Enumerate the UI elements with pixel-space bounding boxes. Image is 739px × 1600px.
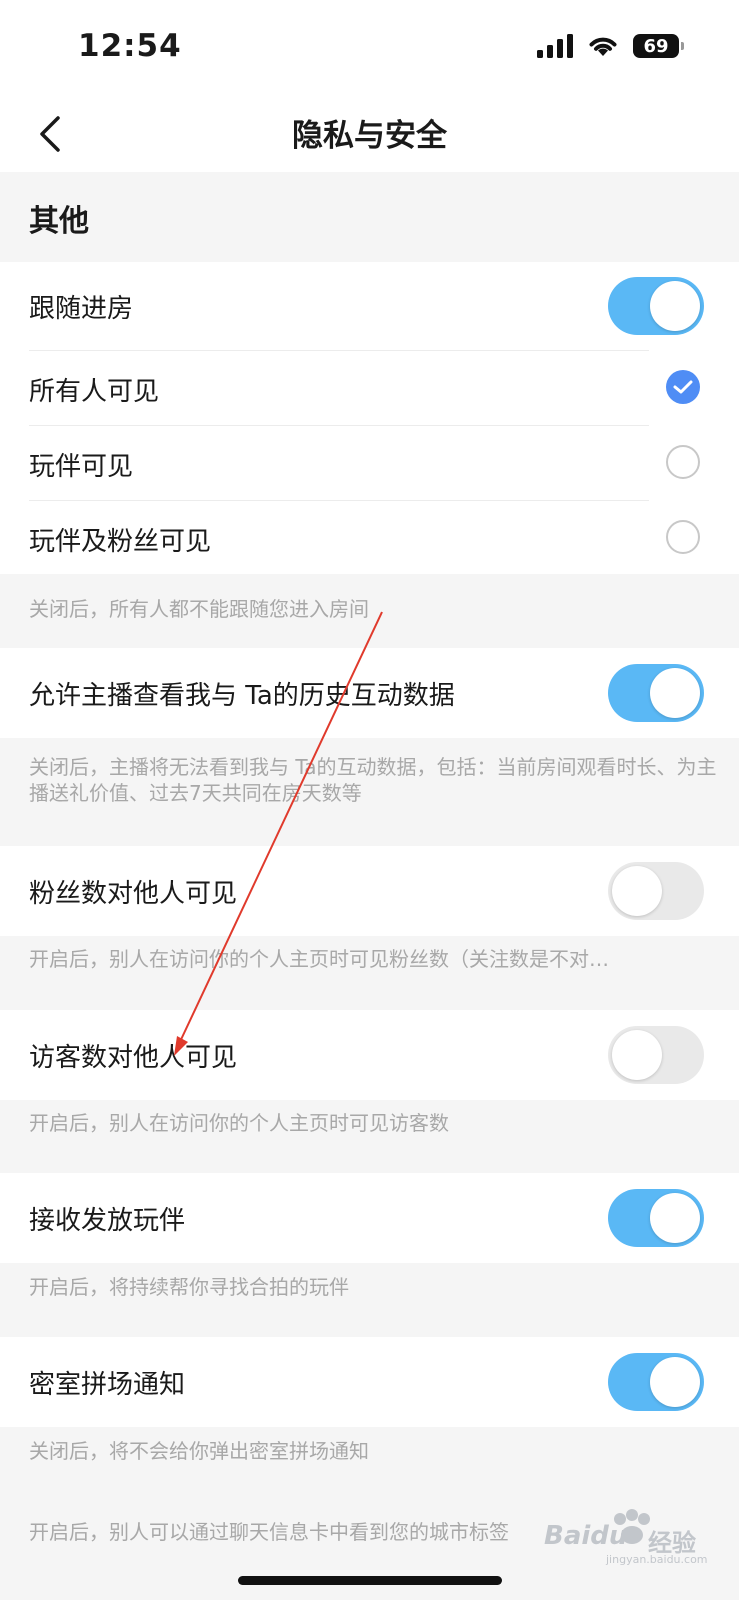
option-partners-fans-radio[interactable] bbox=[666, 520, 700, 554]
wifi-icon bbox=[589, 37, 617, 56]
option-everyone-row[interactable]: 所有人可见 bbox=[0, 350, 739, 425]
option-everyone-radio[interactable] bbox=[666, 370, 700, 404]
escape-room-card: 密室拼场通知 bbox=[0, 1337, 739, 1427]
follow-room-toggle[interactable] bbox=[608, 277, 704, 335]
visitors-visible-toggle[interactable] bbox=[608, 1026, 704, 1084]
escape-room-toggle[interactable] bbox=[608, 1353, 704, 1411]
toggle-knob bbox=[650, 1193, 700, 1243]
option-everyone-label: 所有人可见 bbox=[29, 377, 160, 407]
visitors-visible-label: 访客数对他人可见 bbox=[29, 1043, 238, 1073]
option-partners-radio[interactable] bbox=[666, 445, 700, 479]
fans-visible-hint: 开启后，别人在访问你的个人主页时可见粉丝数（关注数是不对… bbox=[29, 947, 609, 971]
receive-partner-card: 接收发放玩伴 bbox=[0, 1173, 739, 1263]
history-data-toggle[interactable] bbox=[608, 664, 704, 722]
battery-icon: 69 bbox=[633, 34, 684, 58]
watermark-brand: Baidu bbox=[544, 1521, 628, 1551]
toggle-knob bbox=[650, 1357, 700, 1407]
receive-partner-toggle[interactable] bbox=[608, 1189, 704, 1247]
checkmark-icon bbox=[673, 380, 693, 394]
section-title: 其他 bbox=[29, 204, 89, 239]
toggle-knob bbox=[612, 1030, 662, 1080]
battery-level: 69 bbox=[643, 35, 669, 57]
home-indicator bbox=[238, 1576, 502, 1585]
follow-room-card: 跟随进房 所有人可见 玩伴可见 玩伴及粉丝可见 bbox=[0, 262, 739, 574]
receive-partner-label: 接收发放玩伴 bbox=[29, 1206, 186, 1236]
option-partners-label: 玩伴可见 bbox=[29, 452, 134, 482]
visitors-visible-card: 访客数对他人可见 bbox=[0, 1010, 739, 1100]
receive-partner-hint: 开启后，将持续帮你寻找合拍的玩伴 bbox=[29, 1275, 349, 1299]
baidu-watermark: Baidu 经验 jingyan.baidu.com bbox=[544, 1505, 709, 1569]
signal-icon bbox=[537, 34, 573, 58]
follow-room-label: 跟随进房 bbox=[29, 294, 134, 324]
follow-room-row: 跟随进房 bbox=[0, 262, 739, 350]
option-partners-fans-label: 玩伴及粉丝可见 bbox=[29, 527, 212, 557]
history-data-card: 允许主播查看我与 Ta的历史互动数据 bbox=[0, 648, 739, 738]
toggle-knob bbox=[650, 281, 700, 331]
toggle-knob bbox=[612, 866, 662, 916]
status-time: 12:54 bbox=[78, 28, 182, 64]
status-icons: 69 bbox=[537, 34, 684, 58]
fans-visible-card: 粉丝数对他人可见 bbox=[0, 846, 739, 936]
fans-visible-toggle[interactable] bbox=[608, 862, 704, 920]
fans-visible-label: 粉丝数对他人可见 bbox=[29, 879, 238, 909]
escape-room-hint: 关闭后，将不会给你弹出密室拼场通知 bbox=[29, 1439, 369, 1463]
visitors-visible-hint: 开启后，别人在访问你的个人主页时可见访客数 bbox=[29, 1111, 449, 1135]
follow-room-hint: 关闭后，所有人都不能跟随您进入房间 bbox=[29, 597, 369, 621]
status-bar: 12:54 69 bbox=[0, 0, 739, 96]
option-partners-row[interactable]: 玩伴可见 bbox=[0, 425, 739, 500]
toggle-knob bbox=[650, 668, 700, 718]
page-title: 隐私与安全 bbox=[292, 118, 447, 154]
escape-room-label: 密室拼场通知 bbox=[29, 1370, 186, 1400]
nav-bar: 隐私与安全 bbox=[0, 96, 739, 172]
history-data-hint: 关闭后，主播将无法看到我与 Ta的互动数据，包括：当前房间观看时长、为主播送礼价… bbox=[29, 755, 717, 805]
option-partners-fans-row[interactable]: 玩伴及粉丝可见 bbox=[0, 500, 739, 574]
watermark-url: jingyan.baidu.com bbox=[606, 1553, 708, 1566]
history-data-label: 允许主播查看我与 Ta的历史互动数据 bbox=[29, 681, 455, 711]
